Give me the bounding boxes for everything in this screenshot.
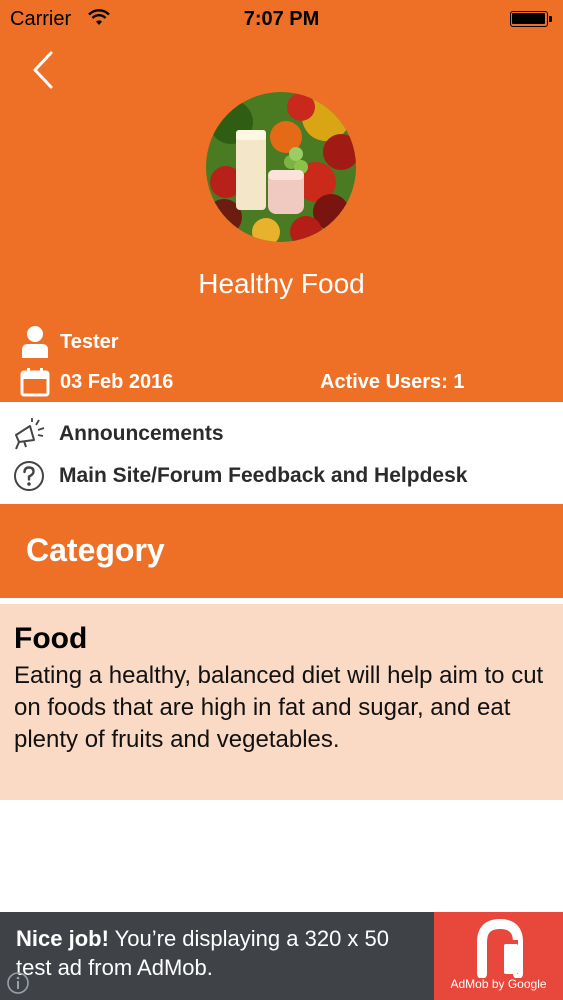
admob-logo-icon bbox=[477, 918, 523, 978]
ad-headline: Nice job! bbox=[16, 926, 109, 951]
date-label: 03 Feb 2016 bbox=[60, 370, 174, 393]
group-title: Healthy Food bbox=[198, 268, 365, 299]
group-author: Tester bbox=[20, 323, 119, 361]
category-description: Eating a healthy, balanced diet will hel… bbox=[14, 662, 544, 753]
help-icon bbox=[12, 459, 46, 493]
author-name: Tester bbox=[60, 330, 119, 353]
feedback-label: Main Site/Forum Feedback and Helpdesk bbox=[59, 464, 468, 487]
info-icon[interactable] bbox=[5, 970, 31, 996]
user-icon bbox=[20, 325, 50, 359]
megaphone-icon bbox=[12, 417, 46, 451]
back-button[interactable] bbox=[26, 46, 62, 96]
ad-attribution: AdMob by Google bbox=[450, 977, 547, 991]
group-avatar bbox=[206, 92, 356, 242]
battery-icon bbox=[510, 11, 552, 27]
announcements-label: Announcements bbox=[59, 422, 224, 445]
category-name: Food bbox=[14, 622, 88, 655]
calendar-icon bbox=[20, 365, 50, 399]
announcements-link[interactable]: Announcements bbox=[12, 414, 224, 454]
group-date: 03 Feb 2016 bbox=[20, 365, 173, 399]
feedback-link[interactable]: Main Site/Forum Feedback and Helpdesk bbox=[12, 456, 467, 496]
clock: 7:07 PM bbox=[243, 8, 320, 30]
chevron-left-icon bbox=[33, 51, 53, 89]
group-links: Announcements Main Site/Forum Feedback a… bbox=[0, 402, 563, 504]
active-users: Active Users: 1 bbox=[320, 370, 465, 393]
ad-text[interactable]: Nice job! You’re displaying a 320 x 50 t… bbox=[16, 924, 426, 982]
category-section-title: Category bbox=[26, 532, 165, 568]
status-bar: Carrier 7:07 PM bbox=[0, 0, 563, 38]
